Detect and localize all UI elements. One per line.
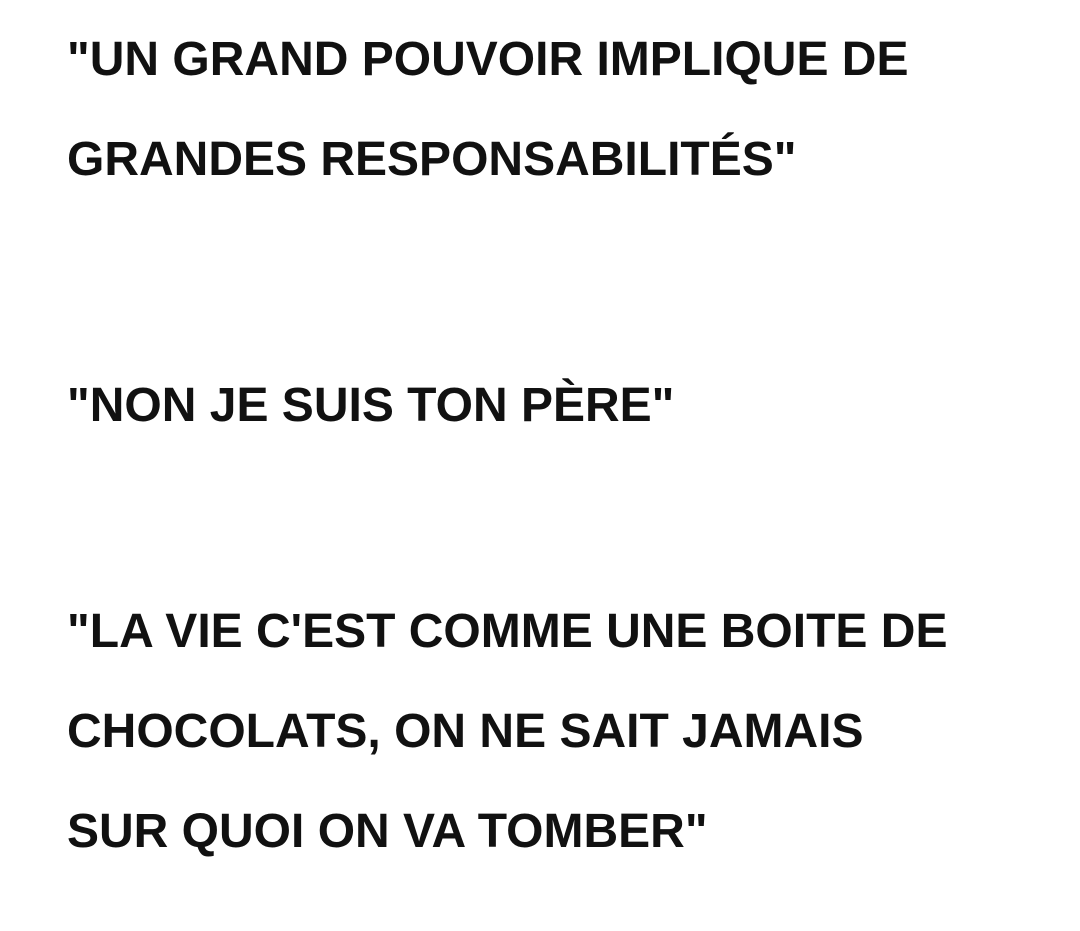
quote-line: "LA VIE C'EST COMME UNE BOITE DE <box>67 605 948 658</box>
quotes-page: "UN GRAND POUVOIR IMPLIQUE DE GRANDES RE… <box>0 0 1080 931</box>
quote-star-wars: "NON JE SUIS TON PÈRE" <box>67 356 674 456</box>
quote-forrest-gump: "LA VIE C'EST COMME UNE BOITE DE CHOCOLA… <box>67 582 947 882</box>
quote-spiderman: "UN GRAND POUVOIR IMPLIQUE DE GRANDES RE… <box>67 10 908 210</box>
quote-line: CHOCOLATS, ON NE SAIT JAMAIS <box>67 705 864 758</box>
quote-line: GRANDES RESPONSABILITÉS" <box>67 133 797 186</box>
quote-line: "NON JE SUIS TON PÈRE" <box>67 379 675 432</box>
quote-line: "UN GRAND POUVOIR IMPLIQUE DE <box>67 33 909 86</box>
quote-line: SUR QUOI ON VA TOMBER" <box>67 805 708 858</box>
